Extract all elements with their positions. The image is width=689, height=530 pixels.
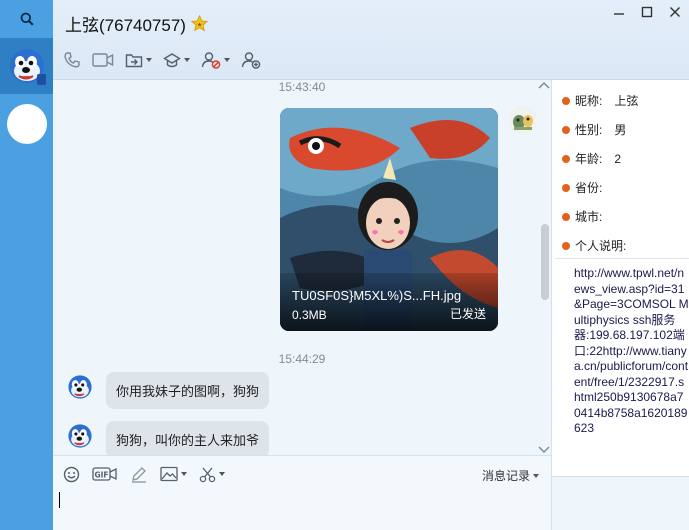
emoji-icon [63,466,80,482]
add-friend-button[interactable] [241,50,261,70]
sidebar-contact-active[interactable] [0,38,53,94]
file-message-card[interactable]: TU0SF0S}M5XL%)S...FH.jpg 0.3MB 已发送 [280,108,498,331]
scroll-up-icon[interactable] [538,80,550,90]
self-avatar[interactable] [509,106,537,134]
contact-avatar[interactable] [65,372,95,402]
profile-field-bio: 个人说明: [562,237,638,254]
file-status: 已发送 [449,307,486,321]
chevron-down-icon [184,58,190,62]
maximize-button[interactable] [633,2,661,22]
sidebar [0,0,53,530]
bullet-dot [562,125,570,134]
block-user-icon [201,52,221,69]
dog-avatar [9,49,46,85]
share-screen-button[interactable] [125,50,152,70]
bullet-dot [562,241,570,250]
search-icon [20,12,34,26]
minimize-icon [614,13,624,15]
field-value: 男 [614,123,627,137]
close-button[interactable] [661,2,689,22]
profile-field-city: 城市: [562,208,614,225]
message-history-label: 消息记录 [481,469,530,483]
profile-field-nickname: 昵称: 上弦 [562,92,638,109]
divider [555,258,689,259]
file-size: 0.3MB [292,308,327,322]
chevron-down-icon [146,58,152,62]
file-name: TU0SF0S}M5XL%)S...FH.jpg [292,288,462,303]
scissors-icon [199,467,216,482]
message-bubble[interactable]: 狗狗，叫你的主人来加爷 [106,421,270,455]
profile-field-age: 年龄: 2 [562,150,621,167]
gif-button[interactable]: GIF [92,464,118,484]
field-label: 年龄: [575,152,603,166]
chat-toolbar [63,50,272,70]
chevron-down-icon [533,473,539,478]
message-row: 狗狗，叫你的主人来加爷 [65,421,270,455]
add-friend-icon [241,52,261,69]
bullet-dot [562,183,570,192]
sidebar-contact-blank[interactable] [0,98,53,150]
message-row: 你用我妹子的图啊，狗狗 [65,372,270,409]
input-toolbar: GIF [63,464,237,484]
message-input-area[interactable]: GIF 消息记录 [53,455,551,530]
profile-field-gender: 性别: 男 [562,121,626,138]
window-title-area: 上弦(76740757) ★ [65,11,208,36]
emoji-button[interactable] [63,464,80,484]
text-cursor [59,492,60,508]
remote-assist-icon [163,52,181,67]
scrollbar-thumb[interactable] [541,224,549,300]
chat-header: 上弦(76740757) ★ [53,0,689,80]
image-icon [160,466,178,482]
image-button[interactable] [160,464,187,484]
pen-icon [132,466,146,483]
block-user-button[interactable] [201,50,230,70]
pen-button[interactable] [130,464,148,484]
scroll-down-icon[interactable] [538,445,550,455]
gif-icon: GIF [92,467,117,481]
field-value: 上弦 [614,94,639,108]
phone-icon [64,52,80,68]
field-label: 昵称: [575,94,603,108]
bullet-dot [562,212,570,221]
remote-assist-button[interactable] [163,50,190,70]
window-controls [605,2,689,22]
field-label: 城市: [575,210,603,224]
blank-avatar [6,104,47,144]
contact-avatar[interactable] [65,421,95,451]
profile-fields: 昵称: 上弦 性别: 男 年龄: 2 省份: 城市: 个人说明: [552,80,689,258]
message-bubble[interactable]: 你用我妹子的图啊，狗狗 [106,372,270,409]
profile-field-province: 省份: [562,179,614,196]
field-label: 性别: [575,123,603,137]
bullet-dot [562,154,570,163]
chevron-down-icon [219,472,225,476]
chevron-down-icon [224,58,230,62]
share-screen-icon [125,54,143,68]
svg-text:GIF: GIF [94,471,108,480]
profile-panel-footer [552,476,689,530]
message-history-button[interactable]: 消息记录 [482,467,539,484]
svg-text:★: ★ [197,21,202,28]
screenshot-button[interactable] [199,464,225,484]
bullet-dot [562,96,570,105]
close-icon [670,7,680,17]
profile-description[interactable]: http://www.tpwl.net/news_view.asp?id=31&… [574,266,689,437]
timestamp: 15:44:29 [278,352,326,366]
field-label: 省份: [575,181,603,195]
chat-history[interactable]: 15:43:40 TU0SF0S}M5XL%)S...FH.jpg 0.3MB … [53,80,551,455]
self-avatar-image [509,106,537,134]
star-icon[interactable]: ★ [190,15,208,32]
chevron-down-icon [181,472,187,476]
profile-panel: 昵称: 上弦 性别: 男 年龄: 2 省份: 城市: 个人说明: http://… [551,80,689,530]
voice-call-button[interactable] [63,50,81,70]
sidebar-search-button[interactable] [0,0,53,38]
field-label: 个人说明: [575,239,627,253]
minimize-button[interactable] [605,2,633,22]
window-title: 上弦(76740757) [65,16,186,35]
video-call-button[interactable] [92,50,114,70]
timestamp: 15:43:40 [278,80,326,94]
maximize-icon [641,6,653,18]
field-value: 2 [614,151,622,166]
video-icon [92,53,114,67]
